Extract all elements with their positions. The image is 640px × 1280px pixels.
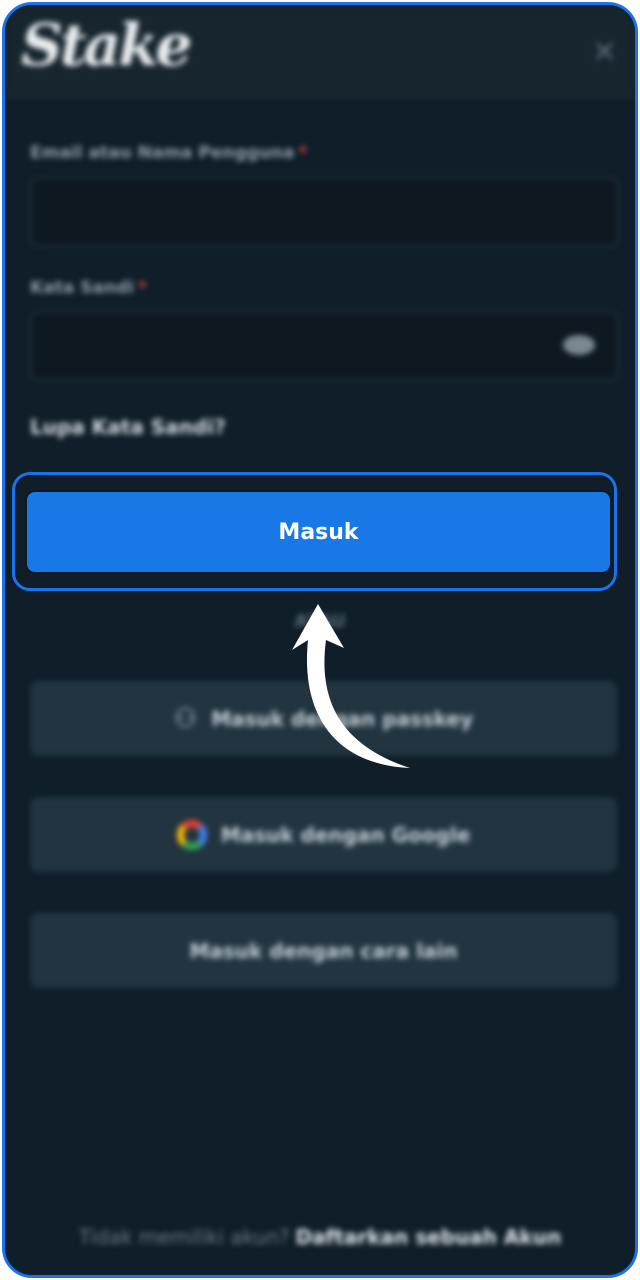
eye-icon[interactable]: [563, 335, 595, 355]
username-label: Email atau Nama Pengguna *: [30, 143, 308, 163]
person-key-icon: ⚇: [173, 703, 198, 734]
forgot-password-link[interactable]: Lupa Kata Sandi?: [30, 415, 226, 439]
username-input[interactable]: [30, 177, 619, 247]
password-input[interactable]: [30, 311, 619, 381]
divider-or: ATAU: [294, 611, 346, 632]
stake-logo: Stake: [21, 11, 192, 79]
register-link[interactable]: Daftarkan sebuah Akun: [295, 1225, 561, 1249]
passkey-button[interactable]: ⚇ Masuk dengan passkey: [30, 681, 617, 756]
google-icon: [176, 819, 207, 850]
other-method-button[interactable]: Masuk dengan cara lain: [30, 913, 617, 988]
blurred-login-form: Stake ✕ Email atau Nama Pengguna * Kata S…: [5, 5, 635, 1275]
close-icon[interactable]: ✕: [592, 35, 617, 70]
login-button[interactable]: Masuk: [25, 490, 612, 574]
register-prompt: Tidak memiliki akun? Daftarkan sebuah Aku…: [78, 1225, 562, 1249]
modal-header: Stake ✕: [5, 5, 635, 100]
password-label: Kata Sandi *: [30, 278, 147, 298]
google-button[interactable]: Masuk dengan Google: [30, 797, 617, 872]
phone-frame: Stake ✕ Email atau Nama Pengguna * Kata S…: [2, 2, 638, 1278]
